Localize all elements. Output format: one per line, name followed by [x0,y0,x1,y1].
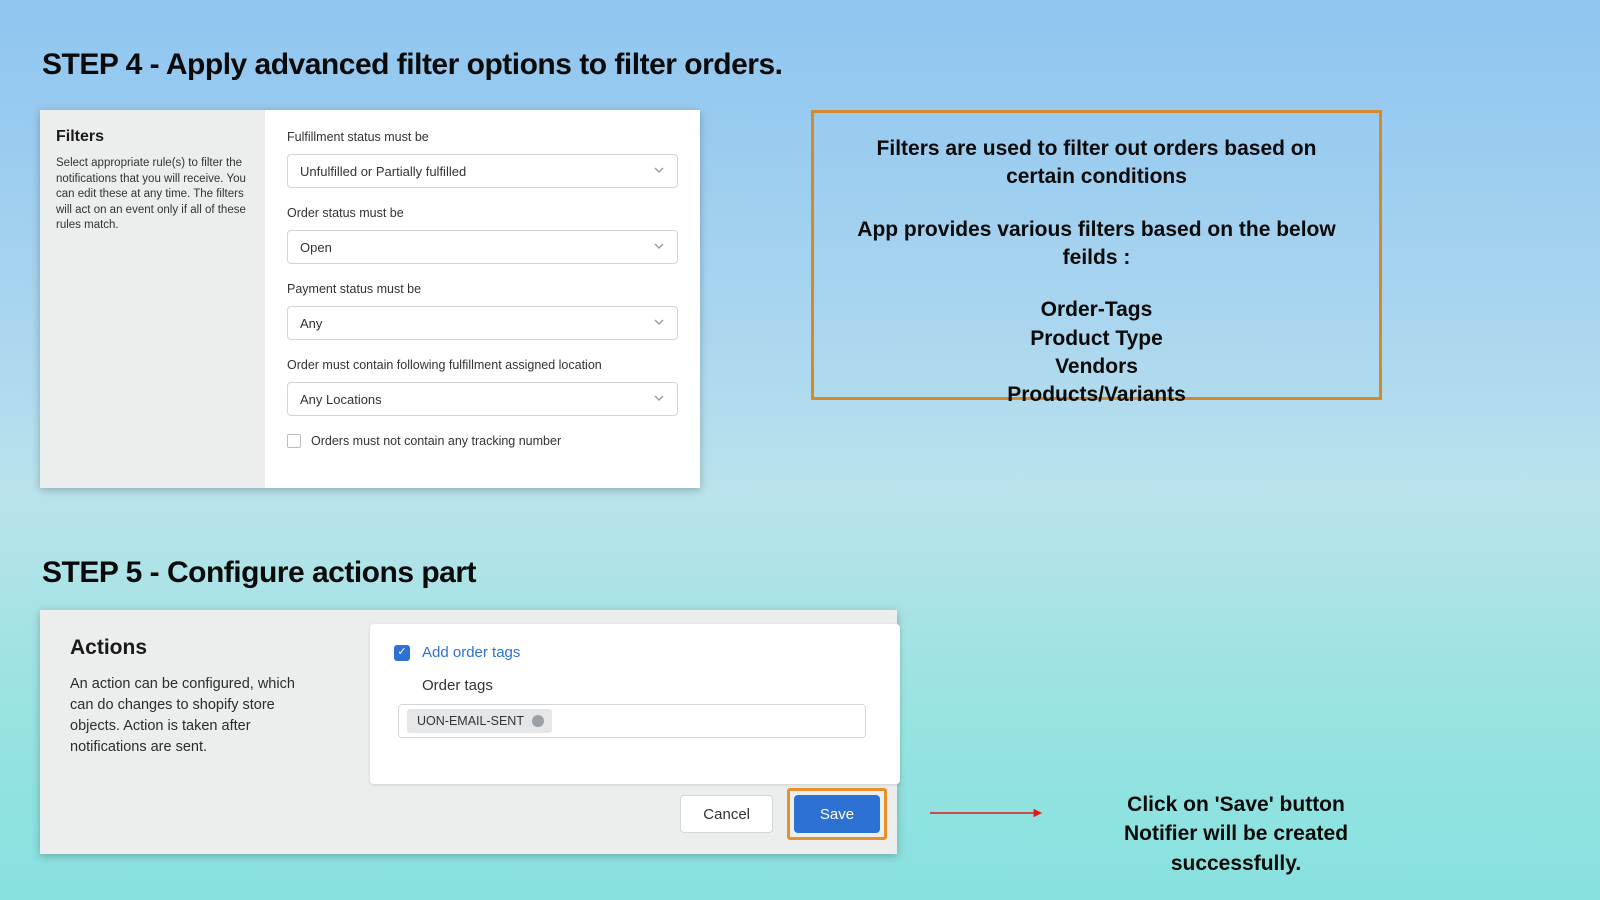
step5-heading: STEP 5 - Configure actions part [42,556,476,590]
callout-text: Filters are used to filter out orders ba… [838,135,1355,163]
tag-chip-text: UON-EMAIL-SENT [417,714,524,728]
actions-sidebar: Actions An action can be configured, whi… [70,636,320,758]
tag-chip[interactable]: UON-EMAIL-SENT [407,709,552,733]
filters-description: Select appropriate rule(s) to filter the… [56,156,249,234]
chevron-down-icon [653,316,665,331]
save-note: Click on 'Save' button Notifier will be … [1066,790,1406,878]
payment-status-select[interactable]: Any [287,306,678,340]
add-order-tags-checkbox[interactable]: ✓ [394,645,410,661]
cancel-button[interactable]: Cancel [680,795,773,833]
fulfillment-status-select[interactable]: Unfulfilled or Partially fulfilled [287,154,678,188]
callout-text: certain conditions [838,163,1355,191]
payment-status-label: Payment status must be [287,282,678,296]
callout-field: Vendors [838,353,1355,381]
arrow-icon [906,806,1066,820]
order-tags-input[interactable]: UON-EMAIL-SENT [398,704,866,738]
remove-tag-icon[interactable] [532,715,544,727]
save-button[interactable]: Save [794,795,880,833]
order-tags-label: Order tags [422,677,876,694]
check-icon: ✓ [397,647,406,658]
location-select[interactable]: Any Locations [287,382,678,416]
order-status-select[interactable]: Open [287,230,678,264]
save-note-line: Click on 'Save' button [1066,790,1406,819]
fulfillment-status-value: Unfulfilled or Partially fulfilled [300,164,466,179]
order-status-label: Order status must be [287,206,678,220]
filters-title: Filters [56,128,249,146]
save-note-line: Notifier will be created successfully. [1066,819,1406,878]
chevron-down-icon [653,240,665,255]
tracking-checkbox-label: Orders must not contain any tracking num… [311,434,561,448]
filters-callout: Filters are used to filter out orders ba… [811,110,1382,400]
tracking-checkbox[interactable] [287,434,301,448]
actions-title: Actions [70,636,320,660]
location-label: Order must contain following fulfillment… [287,358,678,372]
order-status-value: Open [300,240,332,255]
add-order-tags-row: ✓ Add order tags [394,644,876,661]
filters-panel: Filters Select appropriate rule(s) to fi… [40,110,700,488]
actions-card: ✓ Add order tags Order tags UON-EMAIL-SE… [370,624,900,784]
save-button-highlight: Save [787,788,887,840]
action-buttons: Cancel Save [680,788,887,840]
add-order-tags-label: Add order tags [422,644,520,661]
payment-status-value: Any [300,316,322,331]
chevron-down-icon [653,164,665,179]
actions-panel: Actions An action can be configured, whi… [40,610,897,854]
callout-field: Order-Tags [838,296,1355,324]
callout-text: App provides various filters based on th… [838,216,1355,273]
filters-form: Fulfillment status must be Unfulfilled o… [265,110,700,488]
callout-field: Product Type [838,325,1355,353]
actions-description: An action can be configured, which can d… [70,674,320,758]
location-value: Any Locations [300,392,382,407]
fulfillment-status-label: Fulfillment status must be [287,130,678,144]
callout-field: Products/Variants [838,381,1355,409]
tracking-checkbox-row: Orders must not contain any tracking num… [287,434,678,448]
filters-sidebar: Filters Select appropriate rule(s) to fi… [40,110,265,488]
step4-heading: STEP 4 - Apply advanced filter options t… [42,48,782,82]
chevron-down-icon [653,392,665,407]
